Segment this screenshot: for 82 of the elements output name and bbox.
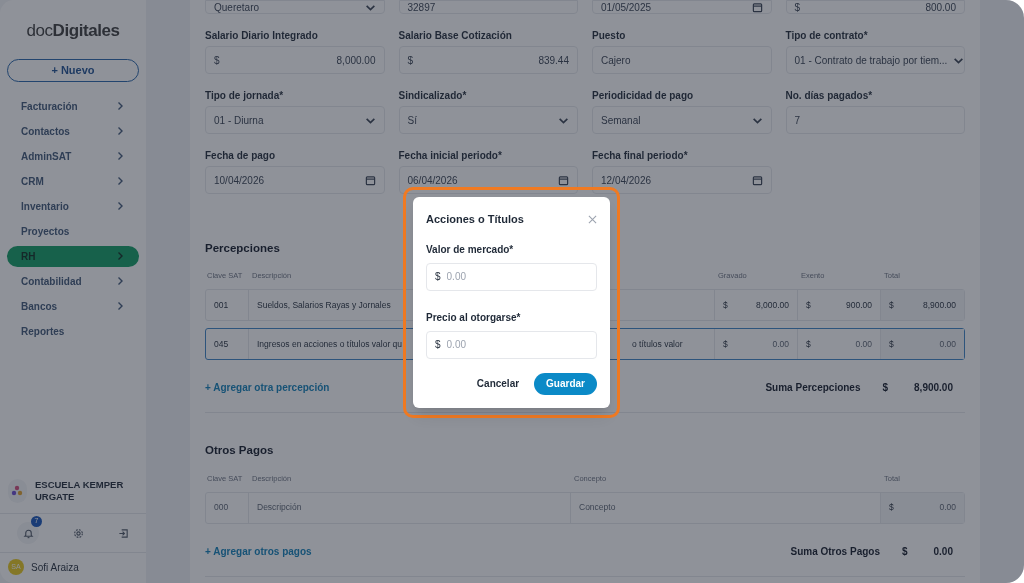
calendar-icon: [751, 1, 763, 13]
modal-title: Acciones o Títulos: [426, 212, 524, 227]
table-cell: 000: [206, 492, 249, 523]
input-field[interactable]: 10/04/2026: [205, 166, 385, 194]
value-input[interactable]: 0.00: [446, 269, 588, 284]
sum-label: Suma Otros Pagos: [790, 544, 880, 559]
chevron-icon: [115, 176, 125, 186]
sum-value: 8,900.00: [914, 381, 953, 396]
close-icon: [588, 214, 597, 224]
table-cell: 001: [206, 290, 249, 321]
logout-icon: [118, 527, 129, 539]
save-button[interactable]: Guardar: [534, 372, 597, 395]
input-field[interactable]: $ 839.44: [398, 46, 578, 74]
input-field[interactable]: 12/04/2026: [592, 166, 772, 194]
input-field[interactable]: 7: [785, 106, 965, 134]
nav-item[interactable]: Reportes: [7, 320, 139, 342]
table-cell: 045: [206, 329, 249, 360]
field-label: Salario Base Cotización: [398, 29, 513, 40]
input-field[interactable]: 01 - Contrato de trabajo por tiem...: [785, 46, 965, 74]
sum-label: Suma Percepciones: [765, 381, 861, 396]
nav-item[interactable]: Contabilidad: [7, 270, 139, 292]
table-cell: $ 0.00: [881, 329, 964, 360]
nav-item[interactable]: AdminSAT: [7, 145, 139, 167]
input-field[interactable]: Semanal: [592, 106, 772, 134]
chevron-icon: [115, 151, 125, 161]
field-label: Fecha final periodo*: [592, 149, 689, 160]
logo: docDigitales: [25, 20, 121, 42]
calendar-icon: [751, 174, 763, 186]
field-label: Periodicidad de pago: [592, 89, 695, 100]
company-logo-icon: [8, 479, 27, 503]
field-label: Sindicalizado*: [398, 89, 468, 100]
nav-item[interactable]: Contactos: [7, 120, 139, 142]
section-title: Otros Pagos: [205, 443, 274, 459]
input-field[interactable]: $ 0.00: [426, 262, 597, 291]
bell-icon: [22, 527, 34, 539]
company-name: ESCUELA KEMPER URGATE: [34, 479, 125, 503]
field-label: Fecha de pago: [205, 149, 276, 160]
field-label: Tipo de jornada*: [205, 89, 285, 100]
field-label: Valor de mercado*: [426, 242, 515, 257]
input-field[interactable]: Cajero: [592, 46, 772, 74]
settings-icon: [73, 527, 84, 539]
sum-value: 0.00: [933, 544, 953, 559]
chevron-icon: [115, 251, 125, 261]
nav-item[interactable]: CRM: [7, 170, 139, 192]
calendar-icon: [364, 174, 376, 186]
nav-item[interactable]: Proyectos: [7, 220, 139, 242]
field-label: Tipo de contrato*: [785, 29, 869, 40]
table-cell: $ 0.00: [881, 492, 964, 523]
input-field[interactable]: 01 - Diurna: [205, 106, 385, 134]
cancel-button[interactable]: Cancelar: [475, 376, 521, 391]
currency-symbol: $: [882, 381, 889, 396]
chevron-icon: [115, 201, 125, 211]
currency-symbol: $: [901, 544, 908, 559]
field-label: Salario Diario Integrado: [205, 29, 319, 40]
input-field[interactable]: $ 8,000.00: [205, 46, 385, 74]
input-field[interactable]: 32897: [398, 0, 578, 14]
add-link[interactable]: + Agregar otros pagos: [205, 543, 312, 559]
input-field[interactable]: Sí: [398, 106, 578, 134]
notifications-button[interactable]: [17, 522, 39, 544]
input-field[interactable]: 01/05/2025: [592, 0, 772, 14]
field-label: Fecha inicial periodo*: [398, 149, 503, 160]
table-cell: Descripción: [249, 492, 571, 523]
nav-item[interactable]: Bancos: [7, 295, 139, 317]
nav-item[interactable]: Facturación: [7, 95, 139, 117]
chevron-icon: [115, 126, 125, 136]
table-cell: $ 8,900.00: [881, 290, 964, 321]
section-title: Percepciones: [205, 241, 280, 256]
input-field[interactable]: $ 0.00: [426, 330, 597, 359]
table-cell: $ 8,000.00: [715, 290, 798, 321]
input-field[interactable]: Queretaro: [205, 0, 385, 14]
input-field[interactable]: $ 800.00: [785, 0, 965, 14]
input-field[interactable]: 06/04/2026: [398, 166, 578, 194]
chevron-icon: [115, 301, 125, 311]
add-link[interactable]: + Agregar otra percepción: [205, 380, 330, 396]
calendar-icon: [558, 174, 569, 186]
table-cell: $ 0.00: [715, 329, 798, 360]
field-label: Puesto: [592, 29, 627, 40]
field-label: No. días pagados*: [785, 89, 874, 100]
chevron-icon: [115, 276, 125, 286]
chevron-icon: [115, 101, 125, 111]
user-name: Sofi Araiza: [31, 560, 79, 575]
nav-item[interactable]: Inventario: [7, 195, 139, 217]
